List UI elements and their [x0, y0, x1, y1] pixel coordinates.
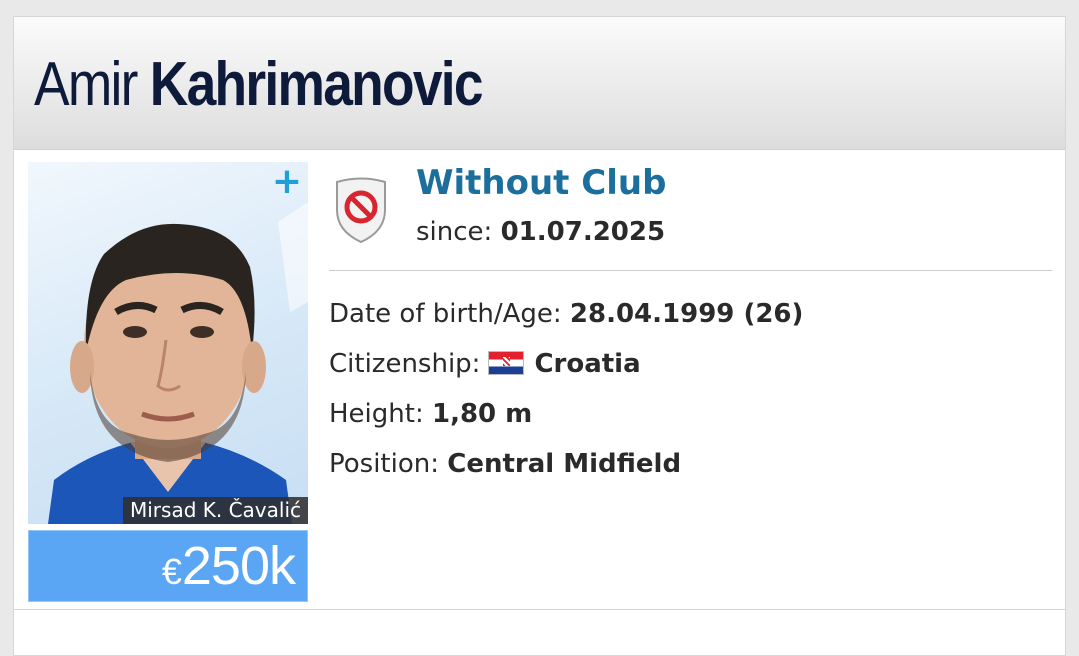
- citizenship-value[interactable]: Croatia: [534, 349, 640, 379]
- player-profile-card: Amir Kahrimanovic + Mirsad K. Čavalić €2…: [13, 16, 1066, 656]
- position-value: Central Midfield: [447, 449, 682, 479]
- height-value: 1,80 m: [431, 399, 533, 429]
- player-portrait-image: [48, 202, 308, 524]
- add-icon[interactable]: +: [272, 164, 302, 200]
- player-last-name: Kahrimanovic: [149, 50, 484, 119]
- photo-credit: Mirsad K. Čavalić: [122, 497, 308, 524]
- height-row: Height: 1,80 m: [329, 399, 532, 429]
- player-photo[interactable]: + Mirsad K. Čavalić: [28, 162, 308, 524]
- section-divider: [329, 270, 1052, 271]
- citizenship-label: Citizenship:: [329, 349, 481, 379]
- card-footer-divider: [14, 609, 1065, 610]
- position-row: Position: Central Midfield: [329, 449, 681, 479]
- player-name: Amir Kahrimanovic: [34, 47, 484, 123]
- since-label: since:: [416, 217, 493, 247]
- player-first-name: Amir: [34, 50, 138, 119]
- market-value-badge[interactable]: €250k: [28, 530, 308, 602]
- position-label: Position:: [329, 449, 439, 479]
- club-name[interactable]: Without Club: [416, 163, 666, 203]
- no-club-shield-icon: [332, 176, 390, 248]
- height-label: Height:: [329, 399, 424, 429]
- club-since: since: 01.07.2025: [416, 217, 665, 247]
- citizenship-row: Citizenship: Croatia: [329, 349, 641, 379]
- croatia-flag-icon: [488, 351, 525, 375]
- dob-row: Date of birth/Age: 28.04.1999 (26): [329, 299, 803, 329]
- market-value-amount: 250k: [181, 536, 296, 596]
- dob-value: 28.04.1999 (26): [569, 299, 804, 329]
- since-value: 01.07.2025: [500, 217, 666, 247]
- market-value-currency: €: [161, 551, 182, 592]
- dob-label: Date of birth/Age:: [329, 299, 562, 329]
- profile-header: Amir Kahrimanovic: [14, 17, 1065, 150]
